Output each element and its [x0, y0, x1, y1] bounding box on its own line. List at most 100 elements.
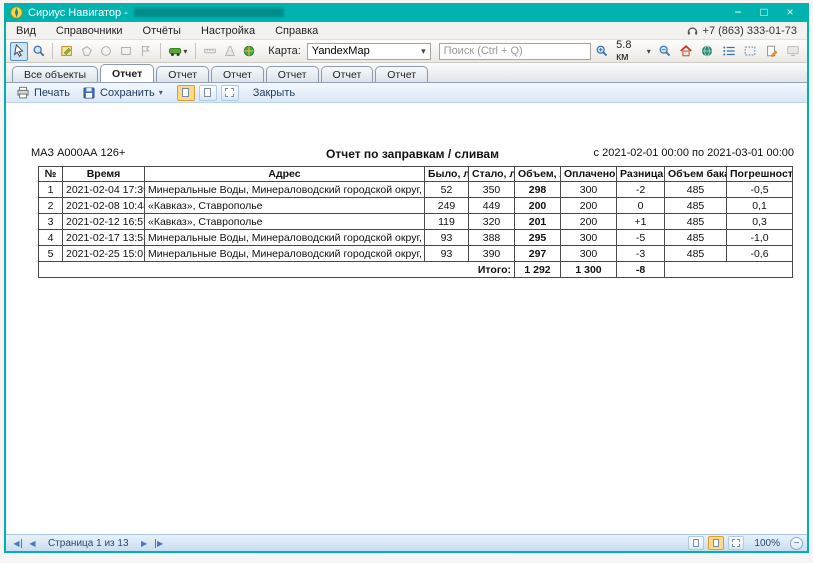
printer-icon	[16, 86, 30, 100]
page-icon	[204, 88, 211, 97]
ruler-tool-button[interactable]	[201, 42, 219, 61]
cell-error: 0,1	[727, 198, 793, 214]
first-page-icon: ◀	[13, 539, 21, 548]
totals-volume: 1 292	[515, 262, 561, 278]
pan-tool-button[interactable]	[10, 42, 28, 61]
col-was: Было, л	[425, 167, 469, 182]
totals-empty	[665, 262, 793, 278]
cell-volume: 295	[515, 230, 561, 246]
tab-report-5[interactable]: Отчет	[321, 66, 374, 82]
cell-difference: -3	[617, 246, 665, 262]
home-view-button[interactable]	[676, 42, 695, 61]
circle-tool-button[interactable]	[98, 42, 116, 61]
close-report-button[interactable]: Закрыть	[253, 87, 295, 99]
zoom-in-button[interactable]	[593, 42, 612, 61]
cell-was: 93	[425, 230, 469, 246]
rectangle-tool-button[interactable]	[117, 42, 135, 61]
previous-page-button[interactable]: ◀	[25, 537, 40, 550]
tab-all-objects[interactable]: Все объекты	[12, 66, 98, 82]
edit-notes-button[interactable]	[762, 42, 781, 61]
zoom-decrease-button[interactable]: −	[790, 537, 803, 550]
cell-error: 0,3	[727, 214, 793, 230]
cell-address: Минеральные Воды, Минераловодский городс…	[145, 182, 425, 198]
view-single-page-button[interactable]	[177, 85, 195, 101]
polygon-tool-button[interactable]	[78, 42, 96, 61]
cell-difference: 0	[617, 198, 665, 214]
tab-report-4[interactable]: Отчет	[266, 66, 319, 82]
totals-row: Итого: 1 292 1 300 -8	[39, 262, 793, 278]
view-fit-button[interactable]	[221, 85, 239, 101]
menu-nastroika[interactable]: Настройка	[201, 25, 255, 37]
menu-spravka[interactable]: Справка	[275, 25, 318, 37]
flag-tool-button[interactable]	[137, 42, 155, 61]
screen-button[interactable]	[784, 42, 803, 61]
col-time: Время	[63, 167, 145, 182]
route-tool-button[interactable]	[221, 42, 239, 61]
selection-rect-icon	[743, 44, 757, 58]
table-row: 3 2021-02-12 16:57 «Кавказ», Ставрополье…	[39, 214, 793, 230]
next-page-icon: ▶	[141, 539, 147, 548]
dropdown-arrow-icon: ▾	[159, 88, 163, 97]
zoom-tool-button[interactable]	[30, 42, 48, 61]
next-page-button[interactable]: ▶	[137, 537, 152, 550]
vehicle-menu-button[interactable]: ▾	[165, 42, 190, 61]
zoom-out-button[interactable]	[655, 42, 674, 61]
menu-vid[interactable]: Вид	[16, 25, 36, 37]
cell-error: -1,0	[727, 230, 793, 246]
page-icon	[693, 539, 699, 547]
minimize-button[interactable]: −	[725, 3, 751, 22]
globe-button[interactable]	[698, 42, 717, 61]
zoom-page-width-button[interactable]	[688, 536, 704, 550]
totals-difference: -8	[617, 262, 665, 278]
save-disk-icon	[82, 86, 96, 100]
object-list-button[interactable]	[719, 42, 738, 61]
print-button[interactable]: Печать	[12, 85, 74, 101]
maximize-button[interactable]: □	[751, 3, 777, 22]
map-edit-button[interactable]	[58, 42, 76, 61]
report-viewport: Отчет по заправкам / сливам МАЗ А000АА 1…	[6, 103, 807, 534]
map-label: Карта:	[268, 45, 301, 57]
two-pages-icon	[732, 539, 740, 547]
view-continuous-button[interactable]	[199, 85, 217, 101]
tab-report-active[interactable]: Отчет	[100, 64, 154, 82]
menu-spravochniki[interactable]: Справочники	[56, 25, 123, 37]
fuel-report-table: № Время Адрес Было, л Стало, л Объем, л …	[38, 166, 793, 278]
first-page-button[interactable]: ◀	[10, 537, 25, 550]
app-logo-icon	[10, 6, 23, 19]
col-address: Адрес	[145, 167, 425, 182]
zoom-two-pages-button[interactable]	[728, 536, 744, 550]
monitor-icon	[786, 44, 800, 58]
globe-icon	[700, 44, 714, 58]
tab-report-6[interactable]: Отчет	[375, 66, 428, 82]
totals-paid: 1 300	[561, 262, 617, 278]
rectangle-icon	[119, 44, 133, 58]
cell-time: 2021-02-17 13:53	[63, 230, 145, 246]
close-button[interactable]: ×	[777, 3, 803, 22]
page-icon	[713, 539, 719, 547]
geozones-button[interactable]	[241, 42, 259, 61]
map-edit-icon	[60, 44, 74, 58]
tab-report-2[interactable]: Отчет	[156, 66, 209, 82]
cell-number: 5	[39, 246, 63, 262]
select-area-button[interactable]	[741, 42, 760, 61]
tab-report-3[interactable]: Отчет	[211, 66, 264, 82]
search-input[interactable]	[439, 43, 591, 60]
previous-page-icon: ◀	[29, 539, 35, 548]
zoom-whole-page-button[interactable]	[708, 536, 724, 550]
map-select[interactable]: YandexMap ▾	[307, 43, 431, 60]
fit-page-icon	[225, 88, 234, 97]
cell-address: Минеральные Воды, Минераловодский городс…	[145, 230, 425, 246]
cell-paid: 200	[561, 198, 617, 214]
cell-paid: 200	[561, 214, 617, 230]
menu-otchety[interactable]: Отчёты	[143, 25, 181, 37]
edit-note-icon	[765, 44, 779, 58]
print-label: Печать	[34, 87, 70, 99]
report-vehicle: МАЗ А000АА 126+	[31, 147, 125, 159]
map-scale-select[interactable]: 5.8 км ▾	[614, 39, 653, 63]
last-page-button[interactable]: ▶	[152, 537, 167, 550]
cell-address: Минеральные Воды, Минераловодский городс…	[145, 246, 425, 262]
report-period: с 2021-02-01 00:00 по 2021-03-01 00:00	[594, 147, 794, 159]
save-button[interactable]: Сохранить ▾	[78, 85, 167, 101]
road-icon	[223, 44, 237, 58]
cell-became: 388	[469, 230, 515, 246]
